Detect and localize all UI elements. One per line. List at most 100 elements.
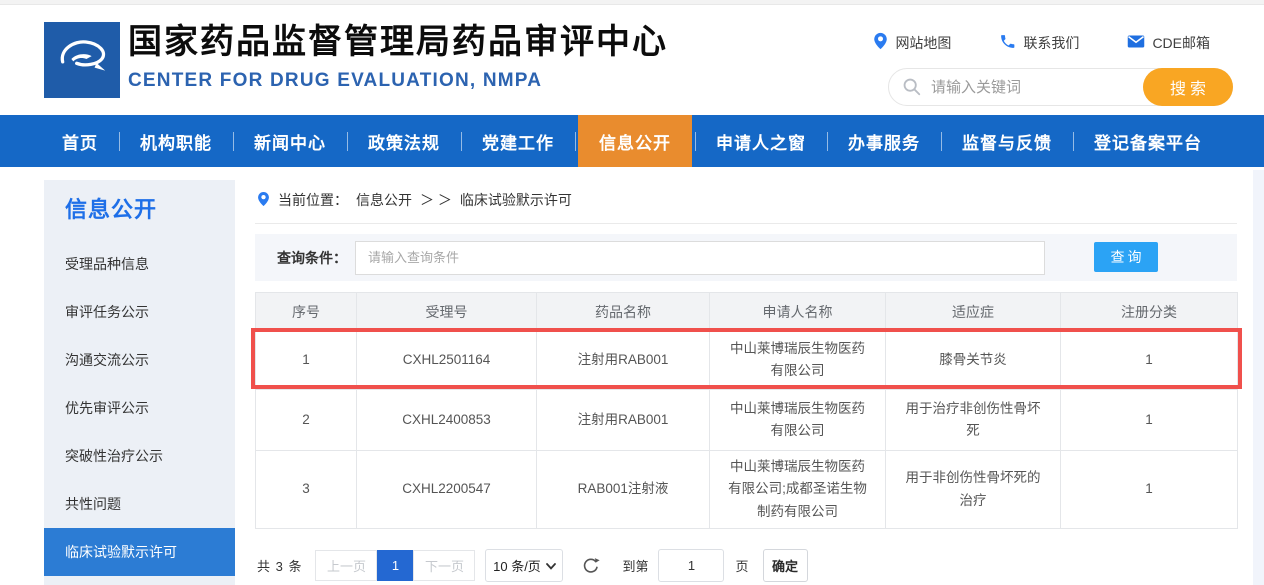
cell-drug-name: 注射用RAB001 [537,331,710,390]
page-size-select[interactable]: 10 条/页 [485,549,563,582]
nav-divider [119,132,120,151]
nav-item-supervision[interactable]: 监督与反馈 [944,115,1070,167]
cell-seq: 1 [256,331,357,390]
nav-item-functions[interactable]: 机构职能 [122,115,230,167]
scrollbar-track[interactable] [1253,170,1264,585]
page: 国家药品监督管理局药品审评中心 CENTER FOR DRUG EVALUATI… [0,0,1264,585]
cell-applicant: 中山莱博瑞辰生物医药有限公司;成都圣诺生物制药有限公司 [710,451,886,529]
col-header-indication: 适应症 [886,293,1061,331]
breadcrumb-section-link[interactable]: 信息公开 [356,190,412,210]
cde-logo-icon [53,29,111,92]
query-input[interactable] [355,241,1045,275]
cell-acceptance-no: CXHL2200547 [357,451,537,529]
total-count: 共 3 条 [257,556,302,575]
nav-item-info-disclosure[interactable]: 信息公开 [578,115,692,167]
location-pin-icon [873,32,888,53]
page-number-button[interactable]: 1 [377,550,413,581]
goto-page-label: 到第 [622,556,648,575]
search-icon [902,77,922,102]
cell-indication: 用于治疗非创伤性骨坏死 [886,390,1061,451]
envelope-icon [1127,34,1145,52]
table-row: 3 CXHL2200547 RAB001注射液 中山莱博瑞辰生物医药有限公司;成… [256,451,1238,529]
nav-item-applicant-window[interactable]: 申请人之窗 [698,115,824,167]
prev-page-button[interactable]: 上一页 [315,550,377,581]
page-size-value: 10 条/页 [493,556,541,575]
cell-reg-category: 1 [1061,451,1238,529]
cde-logo[interactable] [44,22,120,98]
nav-divider [233,132,234,151]
nav-item-registration-platform[interactable]: 登记备案平台 [1076,115,1220,167]
nav-divider [575,132,576,151]
sidebar-item-breakthrough-therapy[interactable]: 突破性治疗公示 [44,432,235,480]
cell-applicant: 中山莱博瑞辰生物医药有限公司 [710,331,886,390]
results-table-wrap: 序号 受理号 药品名称 申请人名称 适应症 注册分类 1 CXHL2501164… [255,292,1237,529]
query-bar: 查询条件： 查询 [255,234,1237,281]
header-links: 网站地图 联系我们 CDE邮箱 [873,32,1210,53]
cell-indication: 膝骨关节炎 [886,331,1061,390]
search-bar: 搜索 [888,68,1233,106]
col-header-applicant: 申请人名称 [710,293,886,331]
sidebar-item-clinical-trial-implied-license[interactable]: 临床试验默示许可 [44,528,235,576]
results-table: 序号 受理号 药品名称 申请人名称 适应症 注册分类 1 CXHL2501164… [255,292,1238,529]
phone-icon [999,33,1016,53]
cell-seq: 3 [256,451,357,529]
breadcrumb-prefix: 当前位置： [278,190,348,210]
breadcrumb-current: 临床试验默示许可 [460,190,572,210]
cell-applicant: 中山莱博瑞辰生物医药有限公司 [710,390,886,451]
sitemap-label: 网站地图 [895,33,951,53]
cell-drug-name: 注射用RAB001 [537,390,710,451]
query-label: 查询条件： [277,248,347,268]
sidebar-item-communication[interactable]: 沟通交流公示 [44,336,235,384]
nav-item-home[interactable]: 首页 [44,115,116,167]
mail-label: CDE邮箱 [1152,33,1210,53]
nav-divider [941,132,942,151]
page-unit-label: 页 [735,556,748,575]
cell-indication: 用于非创伤性骨坏死的治疗 [886,451,1061,529]
refresh-icon[interactable] [582,557,600,575]
nav-divider [827,132,828,151]
sidebar: 信息公开 受理品种信息 审评任务公示 沟通交流公示 优先审评公示 突破性治疗公示… [44,180,235,585]
table-row: 2 CXHL2400853 注射用RAB001 中山莱博瑞辰生物医药有限公司 用… [256,390,1238,451]
sidebar-item-accepted-varieties[interactable]: 受理品种信息 [44,240,235,288]
nav-divider [695,132,696,151]
nav-item-party[interactable]: 党建工作 [464,115,572,167]
col-header-reg-category: 注册分类 [1061,293,1238,331]
sidebar-title: 信息公开 [44,180,235,240]
site-subtitle: CENTER FOR DRUG EVALUATION, NMPA [128,70,668,92]
site-title: 国家药品监督管理局药品审评中心 [128,22,668,63]
nav-item-policy[interactable]: 政策法规 [350,115,458,167]
table-row: 1 CXHL2501164 注射用RAB001 中山莱博瑞辰生物医药有限公司 膝… [256,331,1238,390]
top-strip [0,0,1264,5]
col-header-seq: 序号 [256,293,357,331]
col-header-acceptance-no: 受理号 [357,293,537,331]
cell-acceptance-no: CXHL2400853 [357,390,537,451]
nav-item-services[interactable]: 办事服务 [830,115,938,167]
contact-label: 联系我们 [1023,33,1079,53]
mail-link[interactable]: CDE邮箱 [1127,33,1210,53]
page-buttons: 上一页 1 下一页 [315,550,475,581]
query-button[interactable]: 查询 [1094,242,1158,272]
search-button[interactable]: 搜索 [1143,68,1233,106]
contact-link[interactable]: 联系我们 [999,33,1079,53]
sidebar-item-priority-review[interactable]: 优先审评公示 [44,384,235,432]
confirm-button[interactable]: 确定 [763,549,808,582]
cell-reg-category: 1 [1061,390,1238,451]
goto-page-input[interactable] [658,549,724,582]
nav-item-news[interactable]: 新闻中心 [236,115,344,167]
breadcrumb-separator: ＞ ＞ [420,190,452,210]
sidebar-item-common-issues[interactable]: 共性问题 [44,480,235,528]
sidebar-item-review-tasks[interactable]: 审评任务公示 [44,288,235,336]
sitemap-link[interactable]: 网站地图 [873,32,951,53]
nav-divider [461,132,462,151]
next-page-button[interactable]: 下一页 [413,550,475,581]
cell-reg-category: 1 [1061,331,1238,390]
breadcrumb: 当前位置： 信息公开 ＞ ＞ 临床试验默示许可 [255,182,1237,224]
pagination: 共 3 条 上一页 1 下一页 10 条/页 到第 页 确定 [255,549,1237,582]
cell-drug-name: RAB001注射液 [537,451,710,529]
main-nav: 首页 机构职能 新闻中心 政策法规 党建工作 信息公开 申请人之窗 办事服务 监… [0,115,1264,167]
nav-divider [347,132,348,151]
breadcrumb-pin-icon [257,191,270,210]
cell-seq: 2 [256,390,357,451]
col-header-drug-name: 药品名称 [537,293,710,331]
site-header: 国家药品监督管理局药品审评中心 CENTER FOR DRUG EVALUATI… [0,6,1264,115]
